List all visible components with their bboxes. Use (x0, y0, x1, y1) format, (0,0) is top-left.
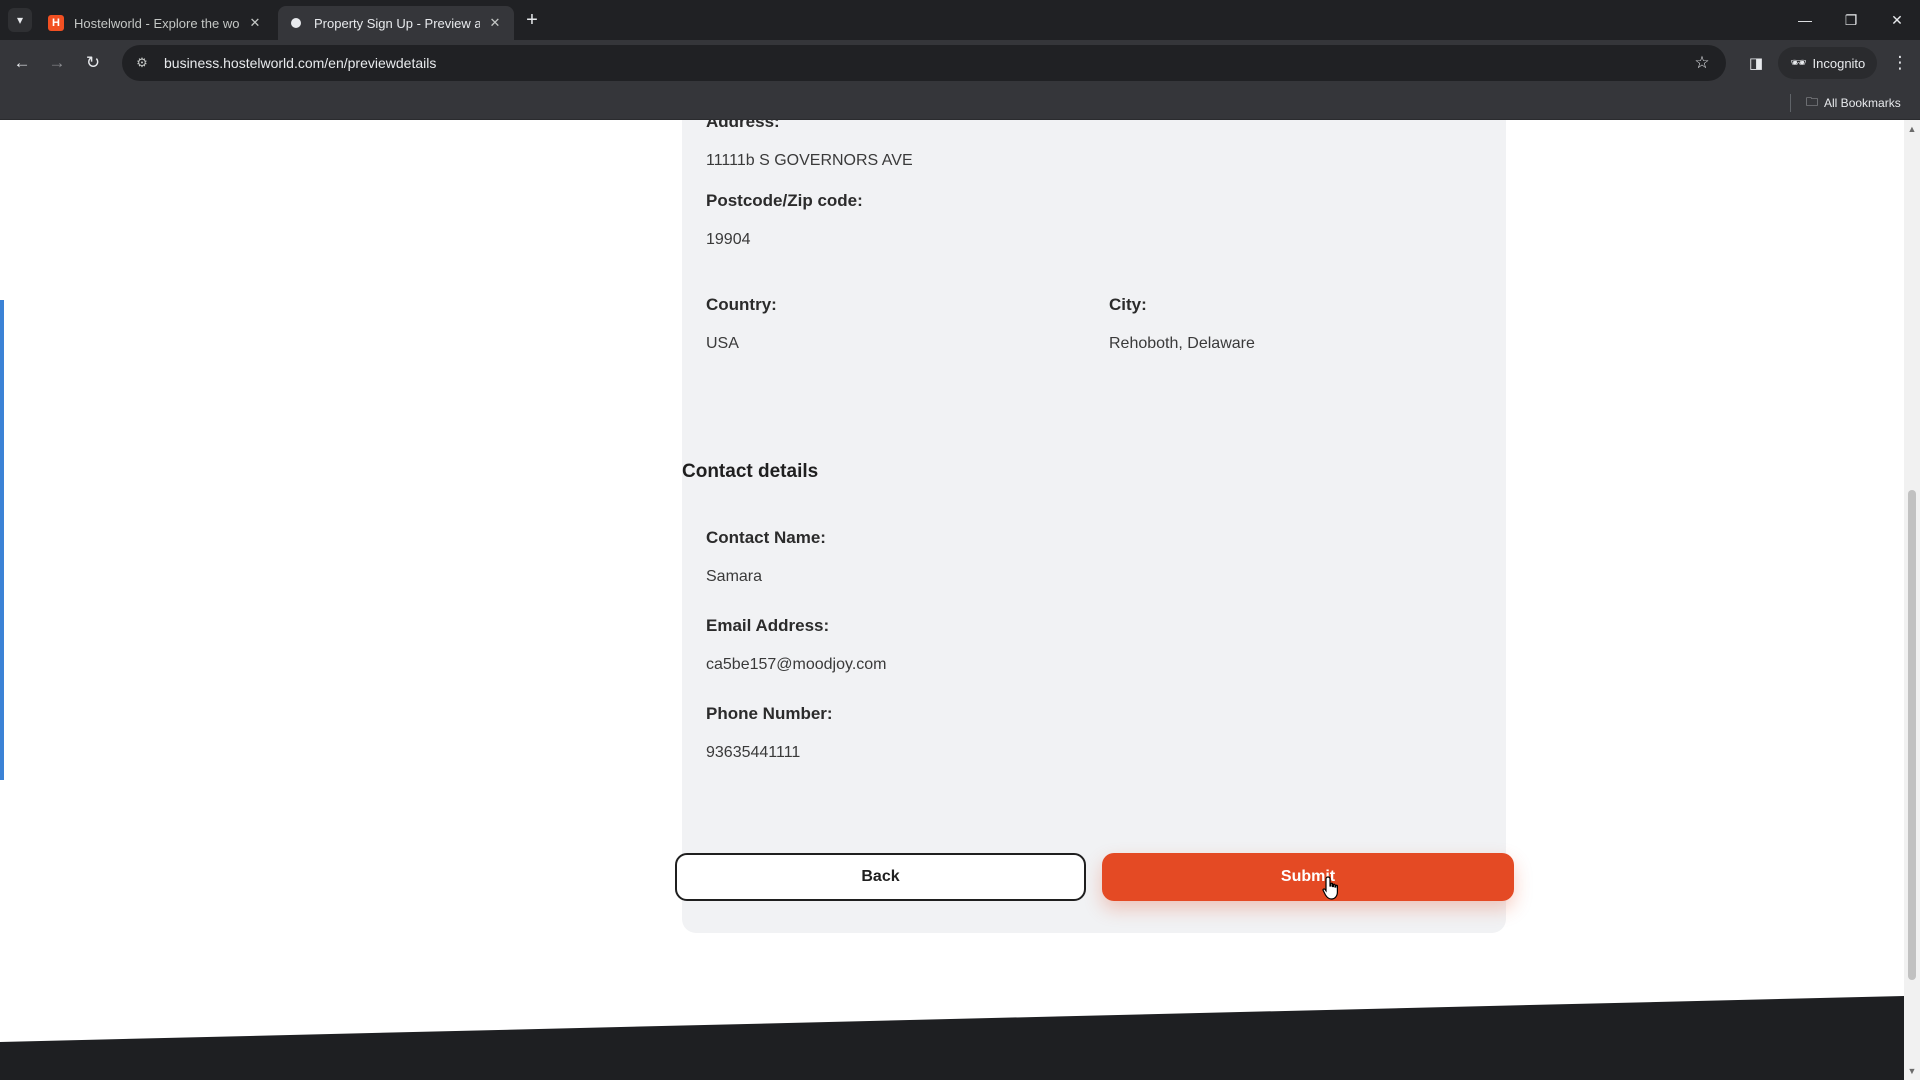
site-info-icon[interactable]: ⚙ (128, 49, 156, 77)
postcode-label: Postcode/Zip code: (706, 191, 863, 210)
tab-title: Property Sign Up - Preview and (314, 15, 480, 31)
postcode-value: 19904 (706, 231, 751, 248)
contact-details-heading: Contact details (682, 461, 819, 482)
all-bookmarks-label: All Bookmarks (1824, 96, 1901, 110)
phone-value: 93635441111 (706, 744, 801, 761)
country-label: Country: (706, 295, 777, 314)
address-label: Address: (706, 120, 780, 131)
phone-label: Phone Number: (706, 704, 833, 723)
submit-button[interactable]: Submit (1102, 853, 1514, 901)
minimize-icon[interactable]: — (1782, 0, 1828, 40)
incognito-indicator[interactable]: 🕶 Incognito (1778, 47, 1878, 79)
page-favicon-icon (288, 15, 304, 31)
folder-icon: 🗀 (1806, 94, 1819, 109)
bookmark-star-icon[interactable]: ☆ (1688, 49, 1716, 77)
bookmarks-bar: 🗀 All Bookmarks (0, 86, 1920, 120)
scroll-down-arrow-icon[interactable]: ▼ (1904, 1064, 1920, 1078)
incognito-label: Incognito (1812, 55, 1866, 71)
bookmarks-separator (1790, 94, 1791, 112)
email-value: ca5be157@moodjoy.com (706, 656, 887, 673)
country-value: USA (706, 335, 739, 352)
forward-arrow-icon[interactable]: → (43, 49, 71, 77)
scrollbar-thumb[interactable] (1908, 490, 1916, 980)
side-panel-icon[interactable]: ◨ (1742, 49, 1770, 77)
city-value: Rehoboth, Delaware (1109, 335, 1255, 352)
contact-name-value: Samara (706, 568, 763, 585)
location-details-card: Address: 11111b S GOVERNORS AVE Postcode… (682, 120, 1506, 548)
restore-icon[interactable]: ❐ (1828, 0, 1874, 40)
browser-toolbar: ← → ↻ ⚙ business.hostelworld.com/en/prev… (0, 40, 1920, 86)
browser-tab-bar: ▾ H Hostelworld - Explore the world ✕ Pr… (0, 0, 1920, 40)
tab-close-icon[interactable]: ✕ (246, 14, 264, 32)
page-viewport: Address: 11111b S GOVERNORS AVE Postcode… (0, 120, 1904, 1080)
url-text[interactable]: business.hostelworld.com/en/previewdetai… (164, 55, 436, 71)
scroll-up-arrow-icon[interactable]: ▲ (1904, 122, 1920, 136)
close-window-icon[interactable]: ✕ (1874, 0, 1920, 40)
all-bookmarks-button[interactable]: 🗀 All Bookmarks (1806, 92, 1901, 114)
address-bar[interactable]: ⚙ business.hostelworld.com/en/previewdet… (122, 45, 1726, 81)
tab-title: Hostelworld - Explore the world (74, 15, 240, 31)
browser-menu-icon[interactable]: ⋮ (1886, 49, 1914, 77)
incognito-icon: 🕶 (1790, 55, 1807, 70)
back-button[interactable]: Back (675, 853, 1086, 901)
tab-search-icon[interactable]: ▾ (8, 8, 32, 32)
new-tab-icon[interactable]: + (520, 8, 544, 32)
city-label: City: (1109, 295, 1147, 314)
tab-close-icon[interactable]: ✕ (486, 14, 504, 32)
back-arrow-icon[interactable]: ← (8, 49, 36, 77)
address-value: 11111b S GOVERNORS AVE (706, 152, 913, 169)
tab-property-signup[interactable]: Property Sign Up - Preview and ✕ (278, 6, 514, 40)
reload-icon[interactable]: ↻ (79, 49, 107, 77)
left-accent-bar (0, 300, 4, 780)
tab-hostelworld[interactable]: H Hostelworld - Explore the world ✕ (38, 6, 274, 40)
hostelworld-favicon-icon: H (48, 15, 64, 31)
contact-name-label: Contact Name: (706, 528, 826, 547)
page-scrollbar[interactable]: ▲ ▼ (1904, 120, 1920, 1080)
email-label: Email Address: (706, 616, 830, 635)
